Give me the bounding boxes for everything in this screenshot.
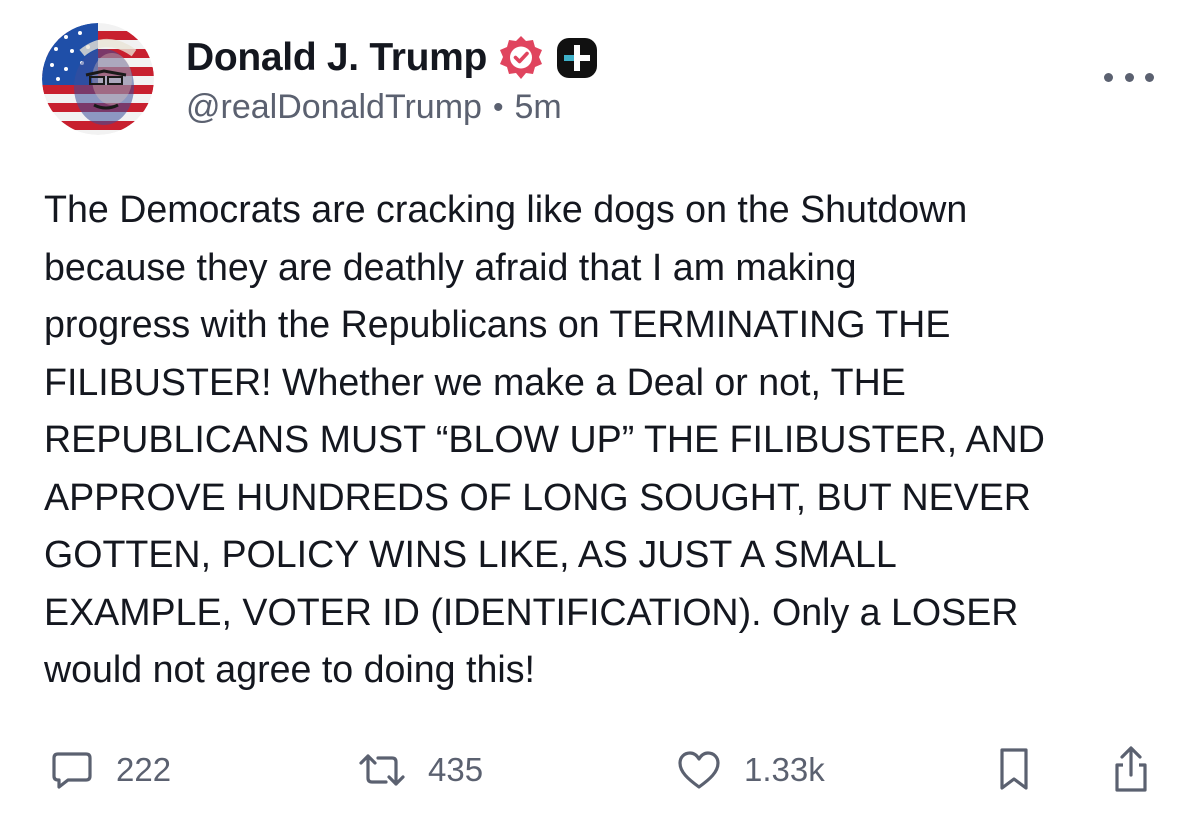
like-count: 1.33k: [744, 751, 825, 788]
post-timestamp[interactable]: 5m: [514, 88, 561, 127]
repost-icon: [358, 748, 406, 792]
author-handle[interactable]: @realDonaldTrump: [186, 88, 482, 127]
share-icon: [1110, 745, 1152, 795]
more-dot-icon: [1145, 72, 1154, 82]
bookmark-button[interactable]: [994, 740, 1034, 800]
meta-separator: •: [492, 90, 504, 124]
more-dot-icon: [1104, 72, 1113, 82]
reply-count: 222: [116, 751, 172, 788]
post-card: Donald J. Trump @realDonaldTrump • 5m Th…: [0, 0, 1200, 821]
repost-button[interactable]: 435: [358, 740, 483, 800]
author-meta: @realDonaldTrump • 5m: [186, 88, 562, 127]
post-text: The Democrats are cracking like dogs on …: [44, 188, 1045, 690]
reply-icon: [50, 748, 94, 792]
share-button[interactable]: [1110, 740, 1152, 800]
heart-icon: [676, 748, 722, 792]
bookmark-icon: [994, 746, 1034, 794]
avatar-image: [42, 23, 154, 135]
repost-count: 435: [428, 751, 484, 788]
author-name-row: Donald J. Trump: [186, 32, 599, 84]
author-display-name[interactable]: Donald J. Trump: [186, 36, 487, 80]
post-actions-bar: 222 435 1.33k: [0, 740, 1200, 800]
reply-button[interactable]: 222: [50, 740, 171, 800]
more-dot-icon: [1124, 72, 1134, 82]
verified-badge-icon: [497, 34, 545, 82]
avatar[interactable]: [42, 23, 154, 135]
like-button[interactable]: 1.33k: [676, 740, 825, 800]
more-options-button[interactable]: [1104, 62, 1154, 92]
plus-badge-icon: [555, 36, 599, 80]
